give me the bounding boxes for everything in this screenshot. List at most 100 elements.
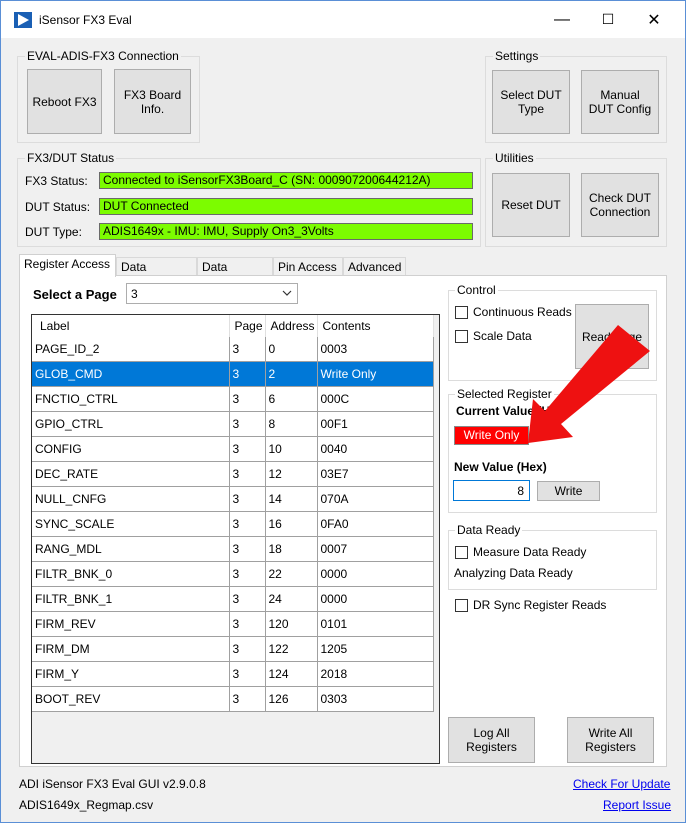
check-for-update-link[interactable]: Check For Update bbox=[573, 777, 670, 791]
reset-dut-button[interactable]: Reset DUT bbox=[492, 173, 570, 237]
cell-label[interactable]: DEC_RATE bbox=[32, 461, 230, 487]
cell-contents[interactable]: 0303 bbox=[317, 686, 434, 712]
cell-page[interactable]: 3 bbox=[229, 511, 266, 537]
minimize-button[interactable]: — bbox=[539, 1, 585, 38]
cell-contents[interactable]: Write Only bbox=[317, 361, 434, 387]
cell-address[interactable]: 120 bbox=[265, 611, 318, 637]
cell-label[interactable]: FILTR_BNK_0 bbox=[32, 561, 230, 587]
dr-sync-checkbox[interactable] bbox=[455, 599, 468, 612]
cell-page[interactable]: 3 bbox=[229, 461, 266, 487]
write-all-registers-button[interactable]: Write All Registers bbox=[567, 717, 654, 763]
cell-contents[interactable]: 0000 bbox=[317, 561, 434, 587]
tab-advanced[interactable]: Advanced bbox=[343, 257, 406, 276]
cell-label[interactable]: PAGE_ID_2 bbox=[32, 337, 230, 362]
cell-page[interactable]: 3 bbox=[229, 536, 266, 562]
cell-page[interactable]: 3 bbox=[229, 636, 266, 662]
cell-page[interactable]: 3 bbox=[229, 586, 266, 612]
cell-contents[interactable]: 0000 bbox=[317, 586, 434, 612]
table-row[interactable]: NULL_CNFG 3 14 070A bbox=[32, 486, 434, 512]
cell-page[interactable]: 3 bbox=[229, 561, 266, 587]
cell-address[interactable]: 24 bbox=[265, 586, 318, 612]
report-issue-link[interactable]: Report Issue bbox=[603, 798, 671, 812]
table-row[interactable]: PAGE_ID_2 3 0 0003 bbox=[32, 337, 434, 362]
column-header-contents[interactable]: Contents bbox=[317, 315, 434, 337]
table-row[interactable]: DEC_RATE 3 12 03E7 bbox=[32, 461, 434, 487]
cell-page[interactable]: 3 bbox=[229, 411, 266, 437]
cell-address[interactable]: 122 bbox=[265, 636, 318, 662]
cell-contents[interactable]: 0003 bbox=[317, 337, 434, 362]
cell-label[interactable]: BOOT_REV bbox=[32, 686, 230, 712]
cell-page[interactable]: 3 bbox=[229, 337, 266, 362]
maximize-button[interactable]: ☐ bbox=[585, 1, 631, 38]
table-row[interactable]: SYNC_SCALE 3 16 0FA0 bbox=[32, 511, 434, 537]
select-dut-type-button[interactable]: Select DUT Type bbox=[492, 70, 570, 134]
tab-data-plotting[interactable]: Data Plotting bbox=[197, 257, 273, 292]
manual-dut-config-button[interactable]: Manual DUT Config bbox=[581, 70, 659, 134]
check-dut-connection-button[interactable]: Check DUT Connection bbox=[581, 173, 659, 237]
cell-page[interactable]: 3 bbox=[229, 386, 266, 412]
table-row[interactable]: RANG_MDL 3 18 0007 bbox=[32, 536, 434, 562]
close-button[interactable]: ✕ bbox=[631, 1, 677, 38]
cell-page[interactable]: 3 bbox=[229, 486, 266, 512]
cell-label[interactable]: FNCTIO_CTRL bbox=[32, 386, 230, 412]
register-grid[interactable]: Label Page Address Contents PAGE_ID_2 3 0 0… bbox=[31, 314, 440, 764]
cell-contents[interactable]: 070A bbox=[317, 486, 434, 512]
new-value-input[interactable]: 8 bbox=[453, 480, 530, 501]
cell-label[interactable]: FIRM_DM bbox=[32, 636, 230, 662]
cell-page[interactable]: 3 bbox=[229, 686, 266, 712]
cell-contents[interactable]: 2018 bbox=[317, 661, 434, 687]
cell-label[interactable]: GLOB_CMD bbox=[32, 361, 230, 387]
cell-contents[interactable]: 00F1 bbox=[317, 411, 434, 437]
cell-label[interactable]: CONFIG bbox=[32, 436, 230, 462]
cell-page[interactable]: 3 bbox=[229, 361, 266, 387]
cell-address[interactable]: 126 bbox=[265, 686, 318, 712]
cell-contents[interactable]: 1205 bbox=[317, 636, 434, 662]
table-row[interactable]: FIRM_DM 3 122 1205 bbox=[32, 636, 434, 662]
cell-address[interactable]: 0 bbox=[265, 337, 318, 362]
log-all-registers-button[interactable]: Log All Registers bbox=[448, 717, 535, 763]
cell-page[interactable]: 3 bbox=[229, 661, 266, 687]
table-row[interactable]: FILTR_BNK_1 3 24 0000 bbox=[32, 586, 434, 612]
cell-contents[interactable]: 0101 bbox=[317, 611, 434, 637]
cell-address[interactable]: 8 bbox=[265, 411, 318, 437]
cell-address[interactable]: 14 bbox=[265, 486, 318, 512]
table-row[interactable]: FNCTIO_CTRL 3 6 000C bbox=[32, 386, 434, 412]
cell-address[interactable]: 12 bbox=[265, 461, 318, 487]
cell-label[interactable]: FIRM_Y bbox=[32, 661, 230, 687]
column-header-label[interactable]: Label bbox=[32, 315, 230, 337]
cell-address[interactable]: 22 bbox=[265, 561, 318, 587]
cell-label[interactable]: FIRM_REV bbox=[32, 611, 230, 637]
board-info-button[interactable]: FX3 Board Info. bbox=[114, 69, 191, 134]
cell-address[interactable]: 16 bbox=[265, 511, 318, 537]
cell-address[interactable]: 6 bbox=[265, 386, 318, 412]
column-header-address[interactable]: Address bbox=[265, 315, 318, 337]
cell-contents[interactable]: 0040 bbox=[317, 436, 434, 462]
table-row[interactable]: GLOB_CMD 3 2 Write Only bbox=[32, 361, 434, 387]
write-button[interactable]: Write bbox=[537, 481, 600, 501]
cell-page[interactable]: 3 bbox=[229, 436, 266, 462]
table-row[interactable]: GPIO_CTRL 3 8 00F1 bbox=[32, 411, 434, 437]
cell-contents[interactable]: 0FA0 bbox=[317, 511, 434, 537]
cell-contents[interactable]: 000C bbox=[317, 386, 434, 412]
continuous-reads-checkbox[interactable] bbox=[455, 306, 468, 319]
tab-data-logging[interactable]: Data Logging bbox=[116, 257, 197, 292]
table-row[interactable]: CONFIG 3 10 0040 bbox=[32, 436, 434, 462]
table-row[interactable]: FILTR_BNK_0 3 22 0000 bbox=[32, 561, 434, 587]
page-select[interactable]: 3 bbox=[126, 283, 298, 304]
tab-register-access[interactable]: Register Access bbox=[19, 254, 116, 277]
table-row[interactable]: FIRM_REV 3 120 0101 bbox=[32, 611, 434, 637]
cell-address[interactable]: 2 bbox=[265, 361, 318, 387]
cell-label[interactable]: SYNC_SCALE bbox=[32, 511, 230, 537]
column-header-page[interactable]: Page bbox=[229, 315, 266, 337]
cell-contents[interactable]: 0007 bbox=[317, 536, 434, 562]
cell-address[interactable]: 18 bbox=[265, 536, 318, 562]
cell-contents[interactable]: 03E7 bbox=[317, 461, 434, 487]
reboot-fx3-button[interactable]: Reboot FX3 bbox=[27, 69, 102, 134]
tab-pin-access[interactable]: Pin Access bbox=[273, 257, 343, 276]
cell-label[interactable]: RANG_MDL bbox=[32, 536, 230, 562]
cell-address[interactable]: 10 bbox=[265, 436, 318, 462]
read-page-button[interactable]: Read Page bbox=[575, 304, 649, 369]
scale-data-checkbox[interactable] bbox=[455, 330, 468, 343]
cell-address[interactable]: 124 bbox=[265, 661, 318, 687]
cell-label[interactable]: FILTR_BNK_1 bbox=[32, 586, 230, 612]
